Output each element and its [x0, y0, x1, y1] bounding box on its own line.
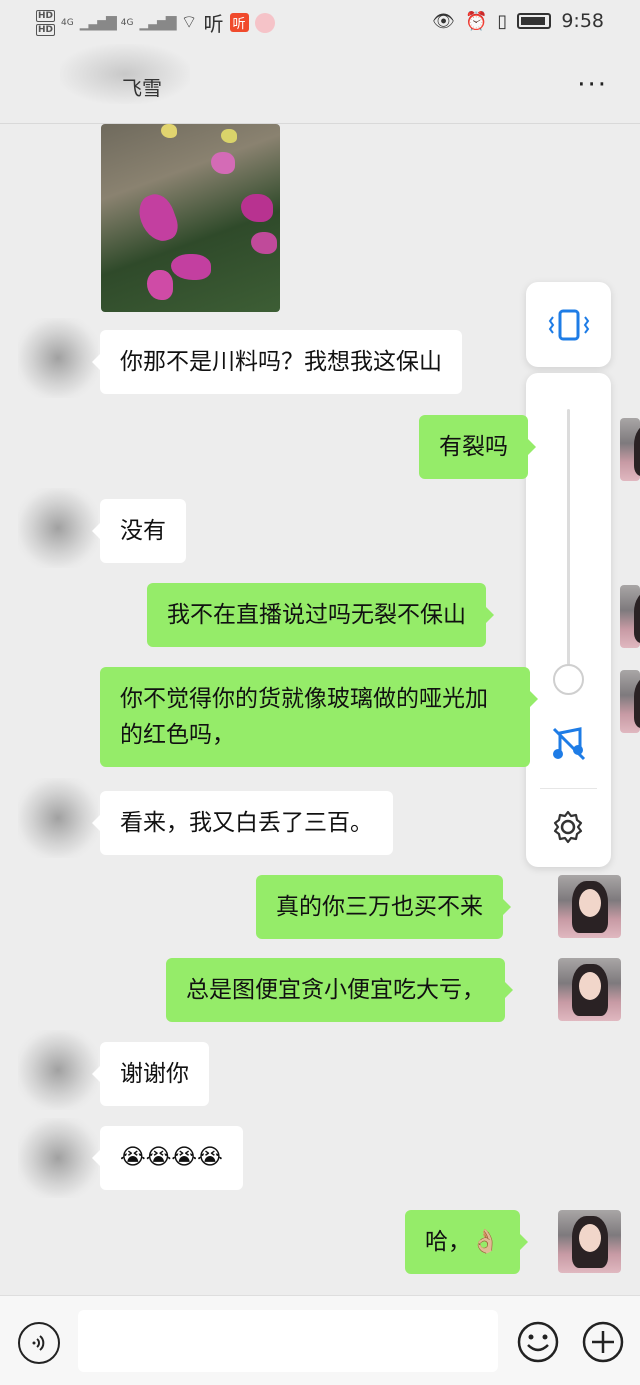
app-face-icon	[254, 12, 275, 33]
message-input[interactable]	[78, 1310, 498, 1372]
contact-avatar[interactable]	[18, 1030, 98, 1110]
volume-slider-track[interactable]	[567, 409, 570, 693]
my-avatar[interactable]	[558, 958, 621, 1021]
orchid-photo[interactable]	[101, 124, 280, 312]
eye-icon: 👁	[432, 10, 455, 32]
ting-app-icon: 听	[229, 13, 249, 32]
message-bubble-outgoing[interactable]: 我不在直播说过吗无裂不保山	[147, 583, 494, 647]
vibrate-icon: ▯	[497, 10, 508, 32]
my-avatar[interactable]	[620, 418, 640, 481]
message-bubble-incoming[interactable]: 没有	[92, 499, 186, 563]
my-avatar[interactable]	[620, 670, 640, 733]
divider	[540, 788, 597, 789]
volume-panel	[526, 373, 611, 867]
contact-avatar[interactable]	[18, 778, 98, 858]
clock: 9:58	[561, 10, 604, 32]
status-right: 👁 ⏰ ▯ 9:58	[432, 10, 604, 32]
my-avatar[interactable]	[558, 1210, 621, 1273]
my-avatar[interactable]	[558, 875, 621, 938]
my-avatar[interactable]	[620, 585, 640, 648]
plus-icon[interactable]	[581, 1320, 625, 1364]
message-bubble-incoming[interactable]: 你那不是川料吗？我想我这保山	[92, 330, 462, 394]
vibrate-icon	[548, 309, 589, 340]
chat-title: 飞雪	[122, 76, 162, 100]
message-bubble-incoming[interactable]: 谢谢你	[92, 1042, 209, 1106]
status-bar: HD HD 4G ▁▃▅▇ 4G ▁▃▅▇ ⌔ 听 听 👁 ⏰ ▯ 9:58	[0, 0, 640, 48]
status-left: HD HD 4G ▁▃▅▇ 4G ▁▃▅▇ ⌔ 听 听	[36, 8, 275, 37]
volume-slider-knob[interactable]	[553, 663, 584, 695]
ting-app-text: 听	[203, 12, 224, 36]
message-bubble-outgoing[interactable]: 哈，👌🏼	[405, 1210, 528, 1274]
alarm-icon: ⏰	[465, 10, 488, 32]
network-type-2: 4G	[120, 17, 134, 28]
voice-icon	[32, 1335, 45, 1351]
message-bubble-outgoing[interactable]: 真的你三万也买不来	[256, 875, 511, 939]
signal-icon-2: ▁▃▅▇	[139, 14, 177, 31]
message-bubble-incoming[interactable]: 😭😭😭😭	[92, 1126, 243, 1190]
battery-icon	[517, 13, 552, 29]
message-bubble-outgoing[interactable]: 总是图便宜贪小便宜吃大亏，	[166, 958, 513, 1022]
message-bubble-incoming[interactable]: 看来，我又白丢了三百。	[92, 791, 393, 855]
more-options-icon[interactable]: ···	[577, 72, 608, 98]
signal-icon: ▁▃▅▇	[79, 14, 117, 31]
settings-gear-icon[interactable]	[550, 809, 586, 845]
network-type: 4G	[61, 17, 74, 28]
wifi-icon: ⌔	[180, 12, 198, 33]
hd-badge-2: HD	[36, 23, 56, 36]
vibrate-mode-button[interactable]	[526, 282, 611, 367]
contact-avatar[interactable]	[18, 488, 98, 568]
input-bar	[0, 1295, 640, 1385]
hd-badge: HD	[36, 9, 56, 22]
voice-input-button[interactable]	[18, 1322, 60, 1364]
contact-avatar[interactable]	[18, 1118, 98, 1198]
contact-avatar[interactable]	[18, 318, 98, 398]
emoji-icon[interactable]	[516, 1320, 560, 1364]
music-mute-icon[interactable]	[550, 725, 588, 763]
message-bubble-outgoing[interactable]: 你不觉得你的货就像玻璃做的哑光加的红色吗，	[100, 667, 538, 767]
message-bubble-outgoing[interactable]: 有裂吗	[419, 415, 536, 479]
